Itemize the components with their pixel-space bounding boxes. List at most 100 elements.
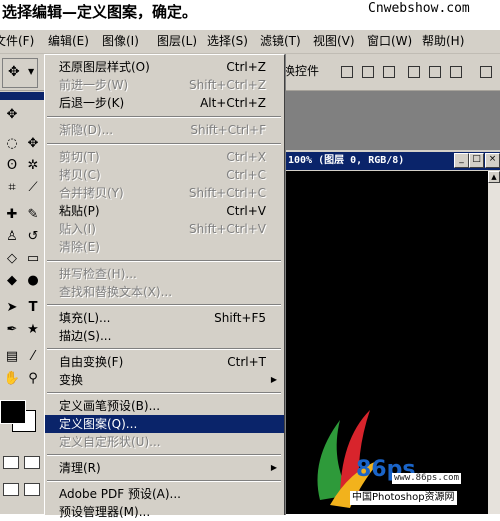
menu-item-shortcut: Ctrl+Z (226, 60, 266, 74)
type-tool-icon: T (28, 300, 38, 315)
eraser-tool[interactable]: ◇ (3, 250, 21, 268)
menu-item-purge[interactable]: 清理(R) ▶ (45, 459, 284, 477)
move-tool-icon: ✥ (6, 107, 18, 122)
align-left-icon[interactable] (403, 62, 423, 80)
close-button[interactable]: × (485, 153, 500, 168)
align-top-icon[interactable] (336, 62, 356, 80)
menu-item-adobe-pdf-presets[interactable]: Adobe PDF 预设(A)... (45, 485, 284, 503)
menu-item-free-transform[interactable]: 自由变换(F) Ctrl+T (45, 353, 284, 371)
screen-mode-standard-icon[interactable] (3, 483, 19, 496)
screen-mode-full-icon[interactable] (24, 483, 40, 496)
menu-item-undo-layer-style[interactable]: 还原图层样式(O) Ctrl+Z (45, 58, 284, 76)
menu-layer[interactable]: 图层(L) (157, 33, 197, 49)
menu-item-define-pattern[interactable]: 定义图案(Q)... (45, 415, 284, 433)
tools.0[interactable]: ✥ (3, 106, 21, 124)
submenu-arrow-icon: ▶ (270, 463, 277, 472)
standard-mode-icon[interactable] (3, 456, 19, 469)
menu-item-check-spelling[interactable]: 拼写检查(H)... (45, 265, 284, 283)
blur-tool[interactable]: ◆ (3, 272, 21, 290)
menu-item-label: Adobe PDF 预设(A)... (59, 487, 181, 501)
menu-item-find-replace[interactable]: 查找和替换文本(X)... (45, 283, 284, 301)
notes-tool-icon: ▤ (5, 349, 19, 364)
lasso-tool-icon: ʘ (6, 158, 18, 173)
notes-tool[interactable]: ▤ (3, 348, 21, 366)
menu-item-fill[interactable]: 填充(L)... Shift+F5 (45, 309, 284, 327)
align-right-icon[interactable] (445, 62, 465, 80)
maximize-button[interactable]: □ (469, 153, 484, 168)
tool-preset-picker[interactable]: ✥ ▼ (2, 58, 38, 88)
crop-tool[interactable]: ⌗ (3, 179, 21, 197)
menu-item-transform[interactable]: 变换 ▶ (45, 371, 284, 389)
magic-wand-tool[interactable]: ✲ (24, 157, 42, 175)
healing-brush-tool[interactable]: ✚ (3, 206, 21, 224)
menu-item-copy[interactable]: 拷贝(C) Ctrl+C (45, 166, 284, 184)
menu-item-fade[interactable]: 渐隐(D)... Shift+Ctrl+F (45, 121, 284, 139)
menu-item-stroke[interactable]: 描边(S)... (45, 327, 284, 345)
menu-filter[interactable]: 滤镜(T) (260, 33, 301, 49)
clone-stamp-tool[interactable]: ♙ (3, 228, 21, 246)
menu-item-shortcut: Shift+Ctrl+Z (189, 78, 266, 92)
move-small-tool-icon: ✥ (27, 136, 39, 151)
align-hcenter-icon[interactable] (424, 62, 444, 80)
tools-panel: ✥ ◌ ✥ ʘ ✲ ⌗ ⟋ ✚ ✎ ♙ ↺ ◇ ▭ ◆ ● ➤ T ✒ ★ ▤ … (0, 91, 49, 514)
menu-item-copy-merged[interactable]: 合并拷贝(Y) Shift+Ctrl+C (45, 184, 284, 202)
pen-tool-icon: ✒ (6, 322, 18, 337)
dodge-tool[interactable]: ● (24, 272, 42, 290)
minimize-button[interactable]: _ (454, 153, 469, 168)
dodge-tool-icon: ● (27, 273, 39, 288)
menu-item-cut[interactable]: 剪切(T) Ctrl+X (45, 148, 284, 166)
menu-item-step-forward[interactable]: 前进一步(W) Shift+Ctrl+Z (45, 76, 284, 94)
menu-item-paste-into[interactable]: 贴入(I) Shift+Ctrl+V (45, 220, 284, 238)
distribute-top-icon[interactable] (475, 62, 495, 80)
pen-tool[interactable]: ✒ (3, 321, 21, 339)
menu-item-define-brush[interactable]: 定义画笔预设(B)... (45, 397, 284, 415)
type-tool[interactable]: T (24, 299, 42, 317)
hand-tool-icon: ✋ (3, 371, 21, 386)
menu-select[interactable]: 选择(S) (207, 33, 248, 49)
menu-item-shortcut: Shift+Ctrl+F (190, 123, 266, 137)
scroll-up-icon[interactable]: ▲ (488, 171, 500, 183)
gradient-tool[interactable]: ▭ (24, 250, 42, 268)
lasso-tool[interactable]: ʘ (3, 157, 21, 175)
shape-tool[interactable]: ★ (24, 321, 42, 339)
menu-item-label: 贴入(I) (59, 222, 96, 236)
menu-view[interactable]: 视图(V) (313, 33, 355, 49)
menu-item-label: 渐隐(D)... (59, 123, 114, 137)
history-brush-tool[interactable]: ↺ (24, 228, 42, 246)
menu-item-paste[interactable]: 粘贴(P) Ctrl+V (45, 202, 284, 220)
menu-item-preset-manager[interactable]: 预设管理器(M)... (45, 503, 284, 521)
quick-mask-mode-icon[interactable] (24, 456, 40, 469)
zoom-tool[interactable]: ⚲ (24, 370, 42, 388)
menu-help[interactable]: 帮助(H) (422, 33, 464, 49)
menu-item-label: 后退一步(K) (59, 96, 125, 110)
marquee-tool[interactable]: ◌ (3, 135, 21, 153)
menu-item-shortcut: Alt+Ctrl+Z (200, 96, 266, 110)
move-tool-small[interactable]: ✥ (24, 135, 42, 153)
menu-item-define-custom-shape[interactable]: 定义自定形状(U)... (45, 433, 284, 451)
marquee-tool-icon: ◌ (6, 136, 18, 151)
slice-tool[interactable]: ⟋ (24, 179, 42, 197)
document-title: 100% (图层 0, RGB/8) (288, 155, 405, 166)
minimize-icon: _ (459, 154, 464, 164)
menu-image[interactable]: 图像(I) (102, 33, 139, 49)
vertical-scrollbar[interactable]: ▲ (488, 171, 500, 514)
menu-file[interactable]: 文件(F) (0, 33, 34, 49)
zoom-tool-icon: ⚲ (28, 371, 38, 386)
eyedropper-tool[interactable]: ⁄ (24, 348, 42, 366)
menu-item-step-backward[interactable]: 后退一步(K) Alt+Ctrl+Z (45, 94, 284, 112)
menu-window[interactable]: 窗口(W) (367, 33, 412, 49)
hand-tool[interactable]: ✋ (3, 370, 21, 388)
menu-item-label: 填充(L)... (59, 311, 111, 325)
align-bottom-icon[interactable] (378, 62, 398, 80)
align-vcenter-icon[interactable] (357, 62, 377, 80)
tools-panel-title-bar[interactable] (0, 92, 44, 100)
menu-item-label: 定义自定形状(U)... (59, 435, 161, 449)
menu-separator (47, 260, 281, 262)
foreground-color-swatch[interactable] (0, 400, 26, 424)
menu-item-shortcut: Ctrl+T (227, 355, 266, 369)
menu-item-clear[interactable]: 清除(E) (45, 238, 284, 256)
menu-edit[interactable]: 编辑(E) (48, 33, 89, 49)
brush-tool[interactable]: ✎ (24, 206, 42, 224)
path-select-tool[interactable]: ➤ (3, 299, 21, 317)
menu-item-label: 定义画笔预设(B)... (59, 399, 161, 413)
